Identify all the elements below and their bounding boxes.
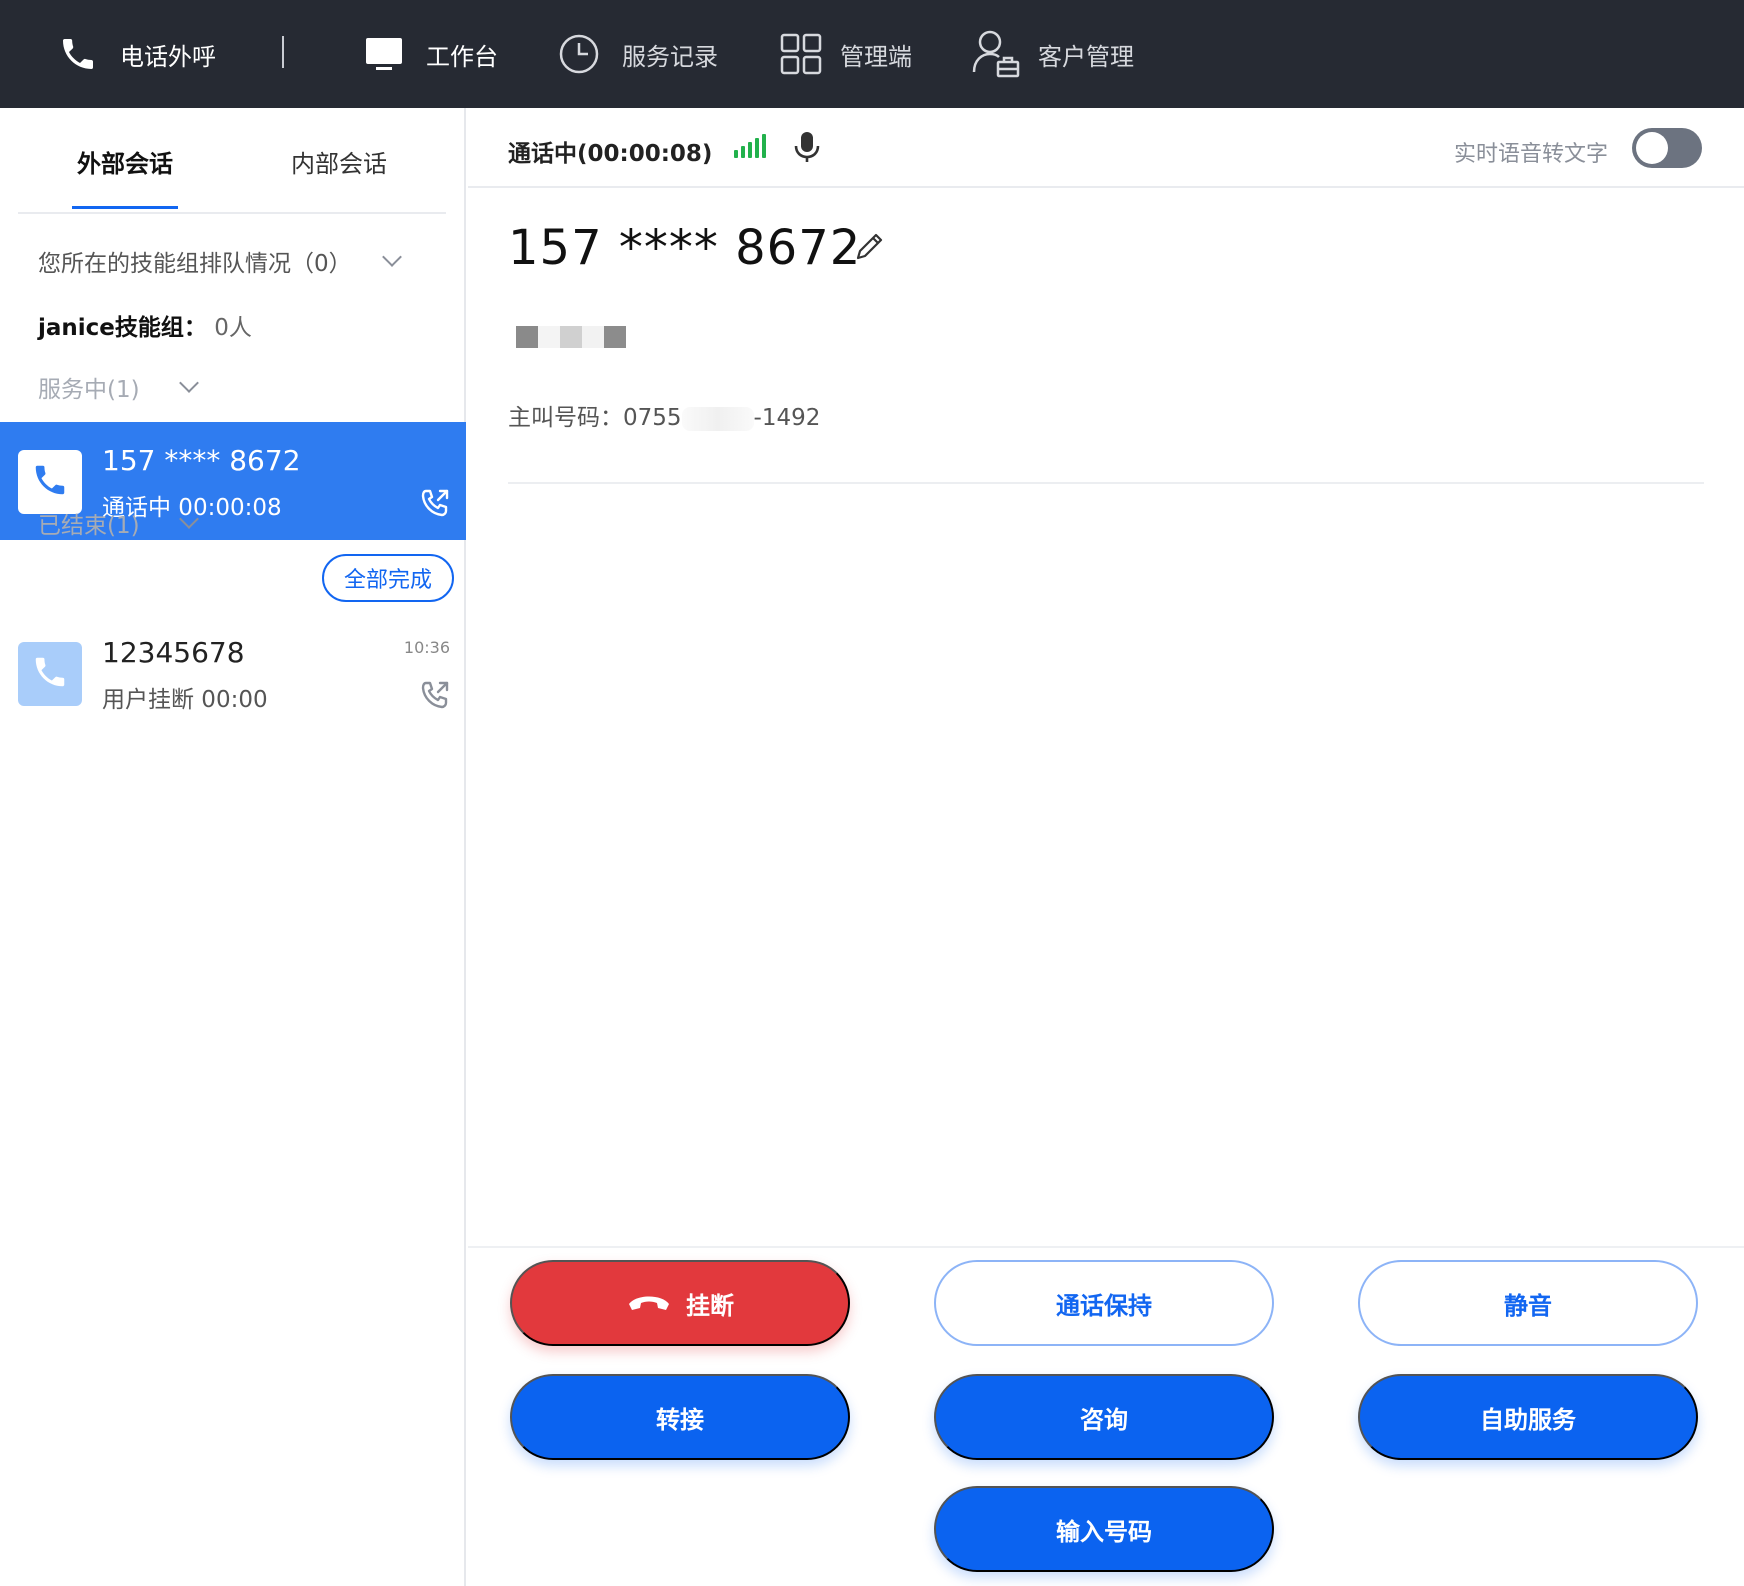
chevron-down-icon[interactable] bbox=[179, 373, 199, 393]
callback-icon[interactable] bbox=[418, 678, 452, 716]
queue-status-title[interactable]: 您所在的技能组排队情况（0） bbox=[38, 244, 352, 278]
self-service-button[interactable]: 自助服务 bbox=[1358, 1374, 1698, 1460]
nav-admin[interactable]: 管理端 bbox=[780, 0, 912, 108]
nav-workbench[interactable]: 工作台 bbox=[364, 0, 498, 108]
outbound-call-label: 电话外呼 bbox=[120, 42, 216, 71]
hold-button[interactable]: 通话保持 bbox=[934, 1260, 1274, 1346]
caller-number-suffix: -1492 bbox=[753, 405, 821, 431]
top-bar: 电话外呼 工作台 服务记录 管理端 客户管理 bbox=[0, 0, 1744, 108]
toggle-knob bbox=[1636, 132, 1668, 164]
hangup-label: 挂断 bbox=[686, 1291, 734, 1320]
active-tab-indicator bbox=[72, 206, 178, 209]
outbound-call-button[interactable]: 电话外呼 bbox=[58, 0, 216, 108]
grid-icon bbox=[780, 33, 822, 75]
hangup-button[interactable]: 挂断 bbox=[510, 1260, 850, 1346]
clock-icon bbox=[558, 33, 600, 75]
microphone-icon[interactable] bbox=[792, 130, 822, 168]
phone-icon bbox=[58, 34, 98, 74]
nav-service-records-label: 服务记录 bbox=[622, 42, 718, 71]
pencil-icon[interactable] bbox=[852, 230, 886, 268]
skill-group-line: janice技能组： 0人 bbox=[38, 308, 252, 342]
call-number: 157 **** 8672 bbox=[102, 444, 301, 477]
nav-customer-management-label: 客户管理 bbox=[1038, 42, 1134, 71]
phone-icon bbox=[31, 461, 69, 503]
dial-number-button[interactable]: 输入号码 bbox=[934, 1486, 1274, 1572]
nav-admin-label: 管理端 bbox=[840, 42, 912, 71]
skill-group-separator: ： bbox=[183, 315, 207, 341]
ended-call-item[interactable]: 12345678 用户挂断 00:00 10:36 bbox=[0, 614, 466, 732]
mute-button[interactable]: 静音 bbox=[1358, 1260, 1698, 1346]
chevron-down-icon[interactable] bbox=[382, 247, 402, 267]
blurred-digits bbox=[681, 406, 754, 431]
outgoing-call-icon bbox=[418, 486, 452, 524]
call-number: 12345678 bbox=[102, 636, 245, 669]
topbar-divider bbox=[282, 36, 284, 68]
ended-section-label[interactable]: 已结束(1) bbox=[38, 506, 140, 540]
tabs-divider bbox=[18, 212, 446, 214]
masked-customer-name bbox=[516, 326, 626, 348]
monitor-icon bbox=[364, 36, 404, 72]
phone-icon bbox=[31, 653, 69, 695]
call-avatar bbox=[18, 450, 82, 514]
in-service-section-label[interactable]: 服务中(1) bbox=[38, 370, 140, 404]
callee-number: 157 **** 8672 bbox=[508, 220, 862, 276]
call-avatar bbox=[18, 642, 82, 706]
call-status-bar: 通话中(00:00:08) 实时语音转文字 bbox=[468, 108, 1744, 188]
nav-customer-management[interactable]: 客户管理 bbox=[970, 0, 1134, 108]
actions-divider bbox=[468, 1246, 1744, 1248]
tab-external-sessions[interactable]: 外部会话 bbox=[77, 144, 173, 179]
call-status: 用户挂断 00:00 bbox=[102, 687, 268, 713]
transfer-button[interactable]: 转接 bbox=[510, 1374, 850, 1460]
nav-workbench-label: 工作台 bbox=[426, 42, 498, 71]
complete-all-button[interactable]: 全部完成 bbox=[322, 554, 454, 602]
consult-button[interactable]: 咨询 bbox=[934, 1374, 1274, 1460]
signal-strength-icon bbox=[734, 134, 766, 158]
call-duration-status: 通话中(00:00:08) bbox=[508, 141, 713, 167]
call-detail-panel: 通话中(00:00:08) 实时语音转文字 157 **** 8672 主叫号码… bbox=[468, 108, 1744, 1586]
call-time: 10:36 bbox=[403, 638, 450, 657]
realtime-stt-label: 实时语音转文字 bbox=[1453, 142, 1608, 167]
hangup-icon bbox=[626, 1292, 672, 1314]
caller-number-prefix: 0755 bbox=[623, 405, 682, 431]
content-divider bbox=[508, 482, 1704, 484]
caller-number-line: 主叫号码：0755 -1492 bbox=[508, 398, 820, 432]
tab-internal-sessions[interactable]: 内部会话 bbox=[291, 144, 387, 179]
conversation-panel: 外部会话 内部会话 您所在的技能组排队情况（0） janice技能组： 0人 服… bbox=[0, 108, 466, 1586]
realtime-stt-toggle[interactable] bbox=[1632, 128, 1702, 168]
skill-group-name: janice技能组 bbox=[38, 315, 184, 341]
nav-service-records[interactable]: 服务记录 bbox=[558, 0, 718, 108]
customer-icon bbox=[970, 28, 1022, 80]
skill-group-count: 0人 bbox=[214, 315, 252, 341]
caller-number-label: 主叫号码： bbox=[508, 405, 623, 431]
